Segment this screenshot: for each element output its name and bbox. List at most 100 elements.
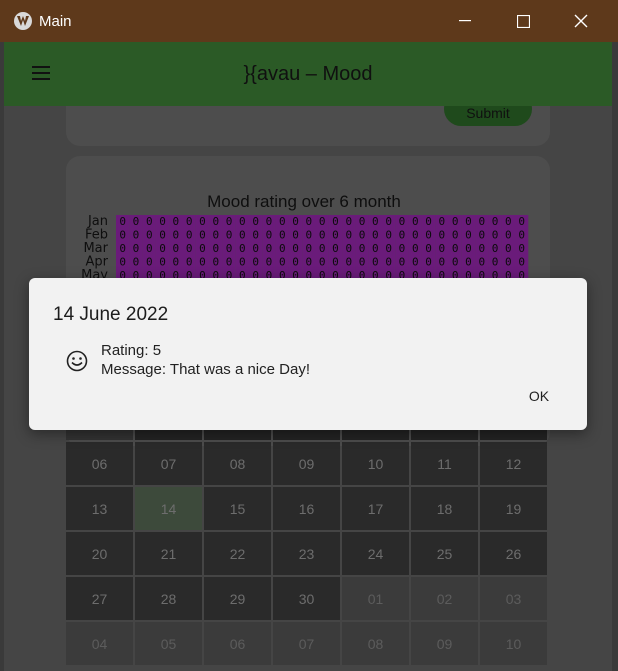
heatmap-cell-value: 0 xyxy=(199,242,206,255)
ok-button[interactable]: OK xyxy=(517,384,561,408)
heatmap-cell-value: 0 xyxy=(159,229,166,242)
heatmap-cell-value: 0 xyxy=(319,256,326,269)
heatmap-cell-value: 0 xyxy=(452,242,459,255)
calendar-day[interactable]: 03 xyxy=(480,577,547,620)
heatmap-cell-value: 0 xyxy=(266,215,273,228)
calendar-day[interactable]: 09 xyxy=(273,442,340,485)
chart-title: Mood rating over 6 month xyxy=(207,192,401,211)
calendar-day[interactable]: 24 xyxy=(342,532,409,575)
window-title: Main xyxy=(39,12,72,30)
heatmap-cell-value: 0 xyxy=(478,242,485,255)
calendar-day[interactable]: 07 xyxy=(273,622,340,665)
calendar-day[interactable]: 16 xyxy=(273,487,340,530)
heatmap-cell-value: 0 xyxy=(226,256,233,269)
calendar-day[interactable]: 18 xyxy=(411,487,478,530)
calendar-day[interactable]: 10 xyxy=(342,442,409,485)
heatmap-cell-value: 0 xyxy=(292,242,299,255)
heatmap-cell-value: 0 xyxy=(478,256,485,269)
heatmap-cell-value: 0 xyxy=(266,229,273,242)
heatmap-cell-value: 0 xyxy=(439,215,446,228)
calendar-day[interactable]: 10 xyxy=(480,622,547,665)
heatmap-cell-value: 0 xyxy=(186,229,193,242)
heatmap-cell-value: 0 xyxy=(146,215,153,228)
calendar-day[interactable]: 07 xyxy=(135,442,202,485)
calendar-day[interactable]: 01 xyxy=(342,577,409,620)
calendar-day[interactable]: 23 xyxy=(273,532,340,575)
calendar-day[interactable]: 17 xyxy=(342,487,409,530)
calendar-day[interactable]: 13 xyxy=(66,487,133,530)
heatmap-cell-value: 0 xyxy=(119,242,126,255)
heatmap-cell-value: 0 xyxy=(119,256,126,269)
heatmap-cell-value: 0 xyxy=(252,256,259,269)
heatmap-cell-value: 0 xyxy=(439,242,446,255)
calendar-day[interactable]: 08 xyxy=(342,622,409,665)
heatmap-cell-value: 0 xyxy=(332,242,339,255)
heatmap-cell-value: 0 xyxy=(412,242,419,255)
calendar-day[interactable]: 19 xyxy=(480,487,547,530)
heatmap-cell-value: 0 xyxy=(319,229,326,242)
calendar-day[interactable]: 02 xyxy=(411,577,478,620)
calendar-day[interactable]: 20 xyxy=(66,532,133,575)
heatmap-cell-value: 0 xyxy=(359,242,366,255)
calendar-day[interactable]: 12 xyxy=(480,442,547,485)
heatmap-cell-value: 0 xyxy=(332,256,339,269)
heatmap-cell-value: 0 xyxy=(133,215,140,228)
calendar-day[interactable]: 05 xyxy=(135,622,202,665)
calendar-day[interactable]: 29 xyxy=(204,577,271,620)
heatmap-cell-value: 0 xyxy=(133,256,140,269)
heatmap-cell-value: 0 xyxy=(359,215,366,228)
heatmap-cell-value: 0 xyxy=(173,256,180,269)
calendar-day[interactable]: 15 xyxy=(204,487,271,530)
heatmap-cell-value: 0 xyxy=(505,256,512,269)
heatmap-cell-value: 0 xyxy=(119,229,126,242)
close-button[interactable] xyxy=(552,0,610,42)
heatmap-cell-value: 0 xyxy=(186,215,193,228)
calendar-day[interactable]: 04 xyxy=(66,622,133,665)
heatmap-cell-value: 0 xyxy=(425,242,432,255)
calendar-day-selected[interactable]: 14 xyxy=(135,487,202,530)
heatmap-cell-value: 0 xyxy=(465,215,472,228)
app-bar-title: }{avau – Mood xyxy=(243,62,373,85)
calendar-day[interactable]: 09 xyxy=(411,622,478,665)
hamburger-menu-icon[interactable] xyxy=(32,66,50,80)
calendar-day[interactable]: 06 xyxy=(66,442,133,485)
calendar-day[interactable]: 08 xyxy=(204,442,271,485)
submit-button[interactable]: Submit xyxy=(444,106,532,126)
heatmap-cell-value: 0 xyxy=(306,229,313,242)
maximize-button[interactable] xyxy=(494,0,552,42)
heatmap-cell-value: 0 xyxy=(173,229,180,242)
heatmap-cell-value: 0 xyxy=(212,256,219,269)
calendar-day[interactable]: 26 xyxy=(480,532,547,575)
heatmap-cell-value: 0 xyxy=(226,215,233,228)
heatmap-cell-value: 0 xyxy=(399,215,406,228)
calendar-day[interactable]: 11 xyxy=(411,442,478,485)
calendar-day[interactable]: 06 xyxy=(204,622,271,665)
heatmap-cell-value: 0 xyxy=(146,256,153,269)
calendar-day[interactable]: 21 xyxy=(135,532,202,575)
heatmap-cell-value: 0 xyxy=(385,256,392,269)
app-logo-icon xyxy=(14,12,32,30)
heatmap-cell-value: 0 xyxy=(518,256,525,269)
heatmap-cell-value: 0 xyxy=(478,215,485,228)
calendar-day[interactable]: 27 xyxy=(66,577,133,620)
heatmap-cell-value: 0 xyxy=(119,215,126,228)
heatmap-cell-value: 0 xyxy=(518,242,525,255)
heatmap-cell-value: 0 xyxy=(399,229,406,242)
heatmap-cell-value: 0 xyxy=(252,242,259,255)
heatmap-cell-value: 0 xyxy=(439,229,446,242)
day-detail-dialog: 14 June 2022 Rating: 5 Message: That was… xyxy=(29,278,587,430)
heatmap-cell-value: 0 xyxy=(146,229,153,242)
heatmap-cell-value: 0 xyxy=(425,215,432,228)
calendar-day[interactable]: 28 xyxy=(135,577,202,620)
heatmap-cell-value: 0 xyxy=(425,256,432,269)
heatmap-cell-value: 0 xyxy=(399,256,406,269)
heatmap-cell-value: 0 xyxy=(186,242,193,255)
minimize-button[interactable] xyxy=(436,0,494,42)
heatmap-cell-value: 0 xyxy=(159,256,166,269)
title-bar[interactable]: Main xyxy=(0,0,618,42)
calendar-day[interactable]: 25 xyxy=(411,532,478,575)
calendar-day[interactable]: 22 xyxy=(204,532,271,575)
heatmap-cell-value: 0 xyxy=(372,215,379,228)
calendar-day[interactable]: 30 xyxy=(273,577,340,620)
heatmap-cell-value: 0 xyxy=(279,242,286,255)
